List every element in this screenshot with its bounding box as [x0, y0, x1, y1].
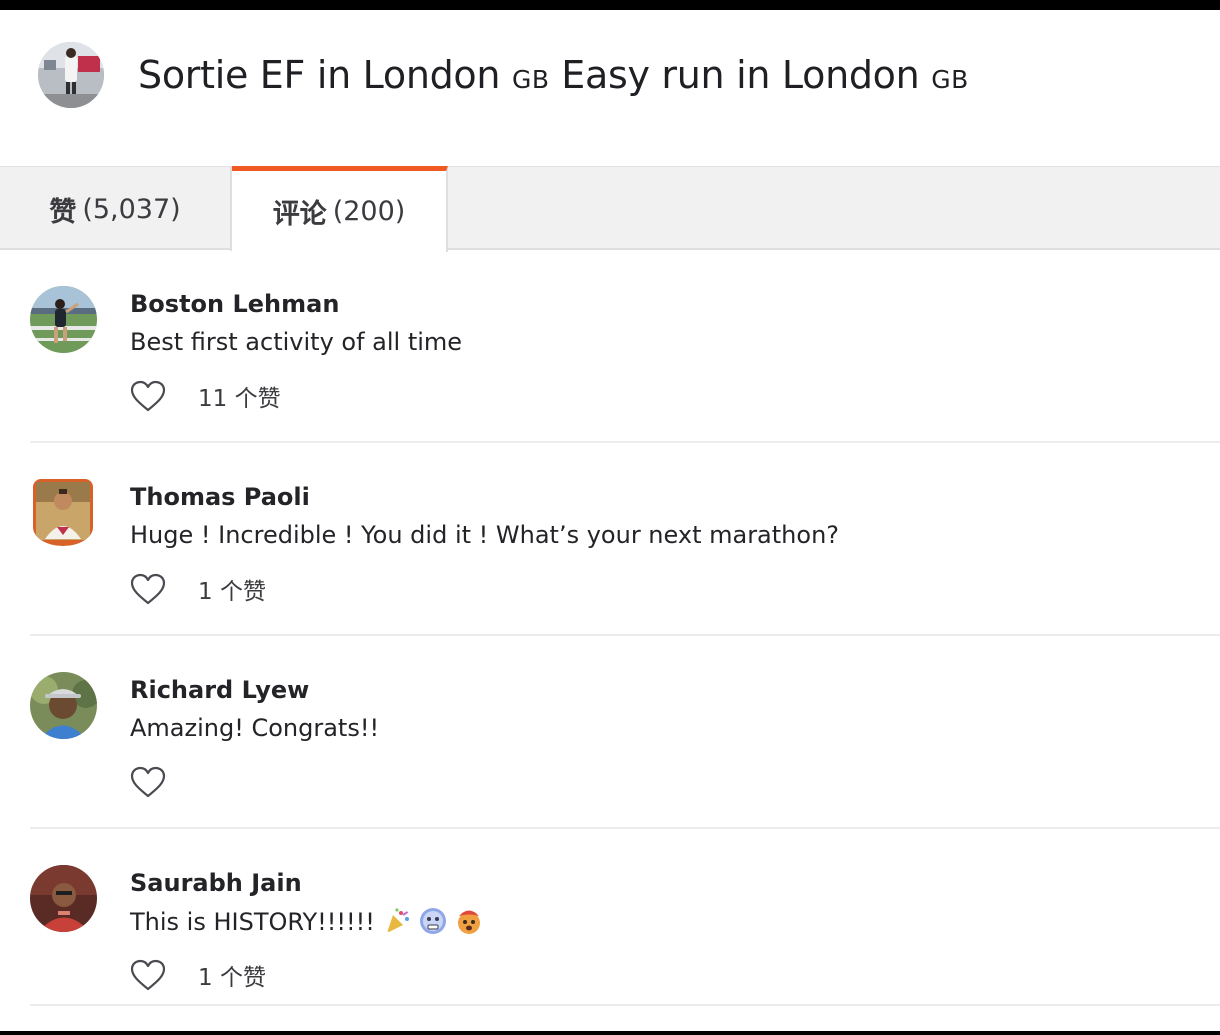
comment-text-body: This is HISTORY!!!!!! — [130, 908, 375, 936]
tab-comments-count: (200) — [332, 196, 406, 227]
tab-bar: 赞 (5,037) 评论 (200) — [0, 166, 1220, 252]
cold-face-emoji — [419, 908, 446, 934]
comment-text: This is HISTORY!!!!!! — [130, 907, 483, 936]
activity-header: Sortie EF in London GB Easy run in Londo… — [38, 42, 969, 108]
heart-icon[interactable] — [130, 766, 166, 798]
comment-text: Amazing! Congrats!! — [130, 714, 380, 742]
comment-item: Thomas Paoli Huge ! Incredible ! You did… — [30, 443, 1220, 636]
tab-comments[interactable]: 评论 (200) — [232, 166, 448, 252]
commenter-name[interactable]: Richard Lyew — [130, 676, 309, 704]
title-part-1: Sortie EF in London — [138, 53, 501, 97]
comment-actions: 1 个赞 — [130, 569, 266, 609]
comment-list: Boston Lehman Best first activity of all… — [30, 250, 1220, 1006]
commenter-name[interactable]: Thomas Paoli — [130, 483, 310, 511]
comment-item: Saurabh Jain This is HISTORY!!!!!! 1 个赞 — [30, 829, 1220, 1006]
heart-icon[interactable] — [130, 380, 166, 412]
tab-likes-label: 赞 — [49, 196, 77, 228]
title-part-2: Easy run in London — [561, 53, 920, 97]
activity-title: Sortie EF in London GB Easy run in Londo… — [138, 53, 969, 97]
comment-actions: 11 个赞 — [130, 376, 281, 416]
commenter-avatar[interactable] — [30, 672, 97, 739]
party-popper-emoji — [386, 908, 410, 933]
comment-item: Boston Lehman Best first activity of all… — [30, 250, 1220, 443]
commenter-avatar[interactable] — [30, 865, 97, 932]
exploding-head-emoji — [457, 910, 480, 934]
commenter-name[interactable]: Boston Lehman — [130, 290, 339, 318]
tab-likes[interactable]: 赞 (5,037) — [0, 167, 232, 251]
like-count[interactable]: 1 个赞 — [198, 958, 266, 992]
like-count[interactable]: 1 个赞 — [198, 572, 266, 606]
commenter-avatar[interactable] — [30, 286, 97, 353]
comment-actions — [130, 762, 198, 802]
country-flag-gb: GB — [511, 65, 550, 94]
like-count[interactable]: 11 个赞 — [198, 379, 281, 413]
tab-likes-count: (5,037) — [82, 193, 181, 225]
comment-item: Richard Lyew Amazing! Congrats!! — [30, 636, 1220, 829]
activity-comments-page: Sortie EF in London GB Easy run in Londo… — [0, 10, 1220, 1031]
commenter-avatar[interactable] — [33, 479, 93, 546]
heart-icon[interactable] — [130, 573, 166, 605]
tab-comments-label: 评论 — [272, 199, 327, 230]
athlete-avatar[interactable] — [38, 42, 104, 108]
commenter-name[interactable]: Saurabh Jain — [130, 869, 302, 897]
comment-text: Best first activity of all time — [130, 328, 463, 356]
comment-actions: 1 个赞 — [130, 955, 266, 995]
country-flag-gb-2: GB — [931, 65, 969, 94]
heart-icon[interactable] — [130, 959, 166, 991]
comment-text: Huge ! Incredible ! You did it ! What’s … — [130, 521, 840, 549]
